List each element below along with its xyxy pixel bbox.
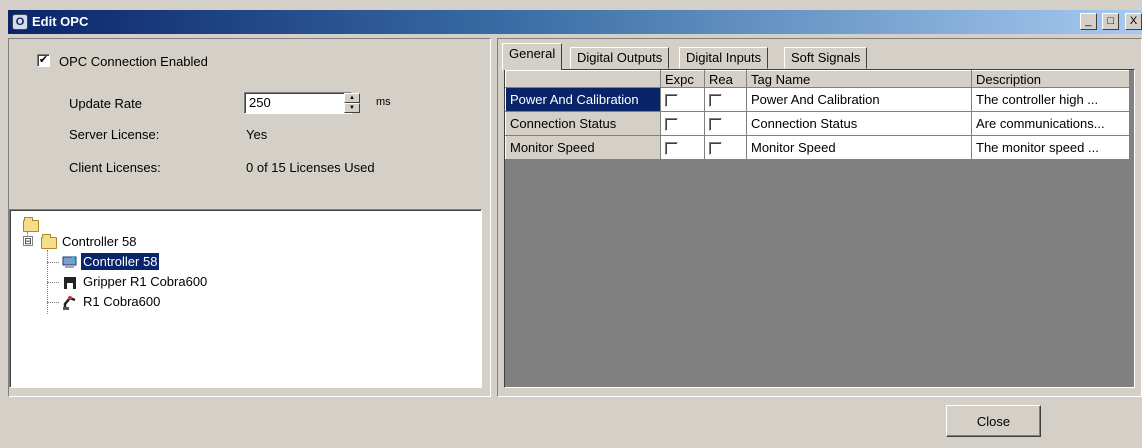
description-cell[interactable]: Are communications...	[971, 111, 1130, 136]
column-header-expose[interactable]: Expc	[660, 70, 705, 88]
expose-cell[interactable]	[660, 111, 705, 136]
gripper-icon	[61, 274, 79, 290]
tab-digital-outputs[interactable]: Digital Outputs	[570, 47, 670, 69]
server-license-value: Yes	[246, 127, 268, 142]
tree-node-controller-group[interactable]: Controller 58	[60, 233, 138, 250]
expose-cell[interactable]	[660, 135, 705, 160]
controller-folder-icon[interactable]	[41, 234, 57, 249]
table-header-row: Expc Rea Tag Name Description	[505, 70, 1130, 88]
edit-opc-dialog: O Edit OPC _ □ X ✔ OPC Connection Enable…	[0, 0, 1142, 448]
column-header-tag-name[interactable]: Tag Name	[746, 70, 972, 88]
opc-icon: O	[12, 14, 28, 30]
table-row[interactable]: Power And Calibration Power And Calibrat…	[505, 87, 1130, 112]
column-header-read[interactable]: Rea	[704, 70, 747, 88]
signals-grid[interactable]: Expc Rea Tag Name Description Power And …	[504, 69, 1135, 388]
row-name[interactable]: Power And Calibration	[505, 87, 661, 112]
tag-name-cell[interactable]: Power And Calibration	[746, 87, 972, 112]
read-cell[interactable]	[704, 135, 747, 160]
opc-enabled-checkbox[interactable]: ✔	[37, 54, 50, 67]
read-checkbox[interactable]	[709, 94, 722, 108]
description-cell[interactable]: The controller high ...	[971, 87, 1130, 112]
read-cell[interactable]	[704, 87, 747, 112]
controller-tree[interactable]: ⊟ Controller 58 Controller 58 Gripper R1…	[9, 209, 482, 388]
settings-panel: ✔ OPC Connection Enabled Update Rate 250…	[8, 38, 491, 397]
window-controls: _ □ X	[1078, 13, 1142, 31]
read-checkbox[interactable]	[709, 142, 722, 156]
tree-node-controller[interactable]: Controller 58	[79, 252, 161, 271]
update-rate-input[interactable]: 250	[244, 92, 352, 114]
update-rate-label: Update Rate	[69, 96, 142, 111]
title-bar[interactable]: O Edit OPC _ □ X	[8, 10, 1142, 34]
row-name[interactable]: Monitor Speed	[505, 135, 661, 160]
tag-name-cell[interactable]: Connection Status	[746, 111, 972, 136]
signals-table: Expc Rea Tag Name Description Power And …	[505, 70, 1130, 160]
minimize-button[interactable]: _	[1079, 13, 1097, 30]
signals-panel: General Digital Outputs Digital Inputs S…	[497, 38, 1142, 397]
tab-general[interactable]: General	[502, 43, 563, 70]
server-license-label: Server License:	[69, 127, 160, 142]
row-name[interactable]: Connection Status	[505, 111, 661, 136]
description-cell[interactable]: The monitor speed ...	[971, 135, 1130, 160]
spin-down-icon[interactable]: ▼	[344, 103, 360, 113]
column-header-description[interactable]: Description	[971, 70, 1130, 88]
tree-node-robot[interactable]: R1 Cobra600	[81, 293, 162, 310]
expose-checkbox[interactable]	[665, 118, 678, 132]
client-licenses-value: 0 of 15 Licenses Used	[246, 160, 375, 175]
tree-node-gripper[interactable]: Gripper R1 Cobra600	[81, 273, 209, 290]
column-header-row-name	[505, 70, 661, 88]
tree-expander-icon[interactable]: ⊟	[23, 236, 33, 246]
expose-checkbox[interactable]	[665, 142, 678, 156]
read-cell[interactable]	[704, 111, 747, 136]
root-folder-icon[interactable]	[23, 217, 39, 232]
robot-arm-icon	[61, 294, 79, 310]
table-row[interactable]: Monitor Speed Monitor Speed The monitor …	[505, 135, 1130, 160]
expose-checkbox[interactable]	[665, 94, 678, 108]
table-row[interactable]: Connection Status Connection Status Are …	[505, 111, 1130, 136]
tab-digital-inputs[interactable]: Digital Inputs	[679, 47, 769, 69]
controller-icon	[61, 254, 79, 270]
window-title: Edit OPC	[32, 14, 89, 29]
spin-up-icon[interactable]: ▲	[344, 93, 360, 103]
update-rate-spinner[interactable]: ▲ ▼	[344, 93, 360, 113]
update-rate-value: 250	[249, 95, 271, 110]
tab-soft-signals[interactable]: Soft Signals	[784, 47, 868, 69]
close-button[interactable]: Close	[946, 405, 1041, 437]
opc-enabled-label: OPC Connection Enabled	[59, 54, 208, 69]
tag-name-cell[interactable]: Monitor Speed	[746, 135, 972, 160]
read-checkbox[interactable]	[709, 118, 722, 132]
expose-cell[interactable]	[660, 87, 705, 112]
client-licenses-label: Client Licenses:	[69, 160, 161, 175]
maximize-button[interactable]: □	[1102, 13, 1120, 30]
close-window-button[interactable]: X	[1125, 13, 1142, 30]
update-rate-unit: ms	[376, 96, 391, 108]
